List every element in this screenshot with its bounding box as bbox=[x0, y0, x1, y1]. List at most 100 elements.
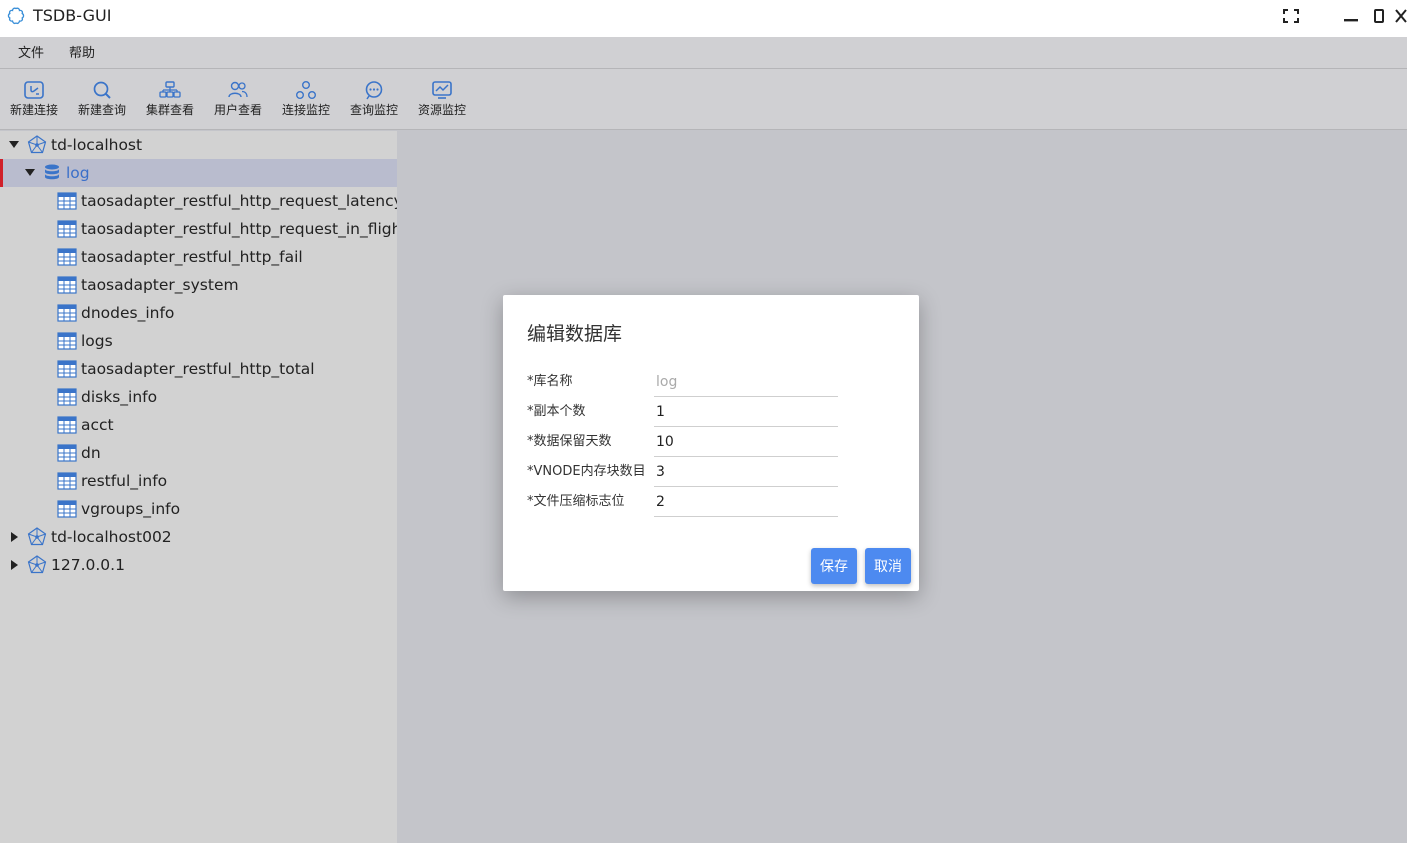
tree-table[interactable]: dn bbox=[0, 439, 397, 467]
table-icon bbox=[57, 472, 77, 490]
vnode-blocks-label: *VNODE内存块数目 bbox=[527, 464, 646, 479]
cluster-view-label: 集群查看 bbox=[145, 103, 194, 117]
tree-database-log[interactable]: log bbox=[0, 159, 397, 187]
tree-table-label: taosadapter_restful_http_request_latency bbox=[81, 192, 397, 210]
db-name-label: *库名称 bbox=[527, 374, 573, 389]
tree-table-label: disks_info bbox=[81, 388, 158, 406]
resource-monitor-button[interactable]: 资源监控 bbox=[408, 80, 476, 122]
tree-database-label: log bbox=[66, 164, 90, 182]
tree-table-label: vgroups_info bbox=[81, 500, 181, 518]
connection-monitor-button[interactable]: 连接监控 bbox=[272, 80, 340, 122]
toolbar: 新建连接 新建查询 集群查看 用户查看 连接监控 查询监控 资源监控 bbox=[0, 69, 1407, 130]
form-row-keep-days: *数据保留天数 bbox=[527, 427, 897, 457]
tree-table[interactable]: taosadapter_system bbox=[0, 271, 397, 299]
tree-table-label: taosadapter_restful_http_fail bbox=[81, 248, 303, 266]
query-monitor-icon bbox=[365, 81, 383, 100]
form-row-replica: *副本个数 bbox=[527, 397, 897, 427]
form-row-vnode-blocks: *VNODE内存块数目 bbox=[527, 457, 897, 487]
tree-table[interactable]: logs bbox=[0, 327, 397, 355]
tree-table-label: logs bbox=[81, 332, 113, 350]
cluster-view-icon bbox=[159, 81, 181, 98]
table-icon bbox=[57, 500, 77, 518]
menu-file[interactable]: 文件 bbox=[18, 46, 44, 62]
form-row-db-name: *库名称 bbox=[527, 367, 897, 397]
app-logo-icon bbox=[6, 6, 26, 26]
dialog-title: 编辑数据库 bbox=[527, 323, 623, 345]
save-button[interactable]: 保存 bbox=[811, 548, 857, 584]
chevron-down-icon[interactable] bbox=[8, 139, 20, 151]
tree-connection-label: td-localhost002 bbox=[51, 528, 172, 546]
db-name-input bbox=[654, 367, 838, 397]
connection-node-icon bbox=[27, 527, 47, 546]
tree-table-label: taosadapter_restful_http_request_in_flig… bbox=[81, 220, 397, 238]
new-connection-button[interactable]: 新建连接 bbox=[0, 80, 68, 122]
users-view-icon bbox=[228, 81, 248, 98]
chevron-down-icon[interactable] bbox=[24, 167, 36, 179]
tree-table[interactable]: taosadapter_restful_http_fail bbox=[0, 243, 397, 271]
tree-table-label: dn bbox=[81, 444, 101, 462]
table-icon bbox=[57, 388, 77, 406]
maximize-icon[interactable] bbox=[1368, 6, 1390, 26]
connection-node-icon bbox=[27, 555, 47, 574]
close-icon[interactable] bbox=[1394, 6, 1407, 26]
tree-table-label: acct bbox=[81, 416, 114, 434]
new-query-label: 新建查询 bbox=[77, 103, 126, 117]
query-monitor-button[interactable]: 查询监控 bbox=[340, 80, 408, 122]
tree-table[interactable]: restful_info bbox=[0, 467, 397, 495]
tree-table-label: restful_info bbox=[81, 472, 168, 490]
minimize-icon[interactable] bbox=[1340, 6, 1362, 26]
selection-marker bbox=[0, 159, 3, 187]
tree-connection-td-localhost[interactable]: td-localhost bbox=[0, 131, 397, 159]
table-icon bbox=[57, 248, 77, 266]
chevron-right-icon[interactable] bbox=[8, 531, 20, 543]
table-icon bbox=[57, 444, 77, 462]
tree-connection-127-0-0-1[interactable]: 127.0.0.1 bbox=[0, 551, 397, 579]
new-query-button[interactable]: 新建查询 bbox=[68, 80, 136, 122]
tree-connection-label: td-localhost bbox=[51, 136, 143, 154]
tree-table[interactable]: taosadapter_restful_http_total bbox=[0, 355, 397, 383]
replica-count-label: *副本个数 bbox=[527, 404, 586, 419]
query-monitor-label: 查询监控 bbox=[349, 103, 398, 117]
tree-connection-label: 127.0.0.1 bbox=[51, 556, 125, 574]
table-icon bbox=[57, 360, 77, 378]
fullscreen-icon[interactable] bbox=[1280, 6, 1302, 26]
tree-table[interactable]: vgroups_info bbox=[0, 495, 397, 523]
table-icon bbox=[57, 416, 77, 434]
chevron-right-icon[interactable] bbox=[8, 559, 20, 571]
connection-node-icon bbox=[27, 135, 47, 154]
users-view-button[interactable]: 用户查看 bbox=[204, 80, 272, 122]
edit-database-dialog: 编辑数据库 *库名称 *副本个数 *数据保留天数 *VNODE内存块数目 *文件… bbox=[503, 295, 919, 591]
form-row-compression: *文件压缩标志位 bbox=[527, 487, 897, 517]
tree-table-label: taosadapter_restful_http_total bbox=[81, 360, 315, 378]
tree-connection-td-localhost002[interactable]: td-localhost002 bbox=[0, 523, 397, 551]
replica-count-input[interactable] bbox=[654, 397, 838, 427]
cluster-view-button[interactable]: 集群查看 bbox=[136, 80, 204, 122]
table-icon bbox=[57, 276, 77, 294]
title-bar: TSDB-GUI bbox=[0, 0, 1407, 37]
keep-days-input[interactable] bbox=[654, 427, 838, 457]
tree-table[interactable]: disks_info bbox=[0, 383, 397, 411]
table-icon bbox=[57, 192, 77, 210]
tree-table-label: taosadapter_system bbox=[81, 276, 239, 294]
new-query-icon bbox=[93, 81, 111, 99]
compression-flag-input[interactable] bbox=[654, 487, 838, 517]
app-title: TSDB-GUI bbox=[33, 6, 112, 25]
menu-help[interactable]: 帮助 bbox=[69, 46, 95, 62]
table-icon bbox=[57, 220, 77, 238]
tree-table-label: dnodes_info bbox=[81, 304, 175, 322]
connection-monitor-label: 连接监控 bbox=[281, 103, 330, 117]
cancel-button[interactable]: 取消 bbox=[865, 548, 911, 584]
connection-monitor-icon bbox=[296, 81, 316, 99]
users-view-label: 用户查看 bbox=[213, 103, 262, 117]
tree-table[interactable]: acct bbox=[0, 411, 397, 439]
tree-table[interactable]: dnodes_info bbox=[0, 299, 397, 327]
tree-table[interactable]: taosadapter_restful_http_request_in_flig… bbox=[0, 215, 397, 243]
database-icon bbox=[45, 164, 59, 180]
resource-monitor-icon bbox=[432, 81, 452, 99]
menu-bar: 文件 帮助 bbox=[0, 37, 1407, 69]
connection-tree: td-localhost log taosadapter_restful_htt… bbox=[0, 131, 397, 843]
keep-days-label: *数据保留天数 bbox=[527, 434, 612, 449]
tree-table[interactable]: taosadapter_restful_http_request_latency bbox=[0, 187, 397, 215]
table-icon bbox=[57, 332, 77, 350]
vnode-blocks-input[interactable] bbox=[654, 457, 838, 487]
